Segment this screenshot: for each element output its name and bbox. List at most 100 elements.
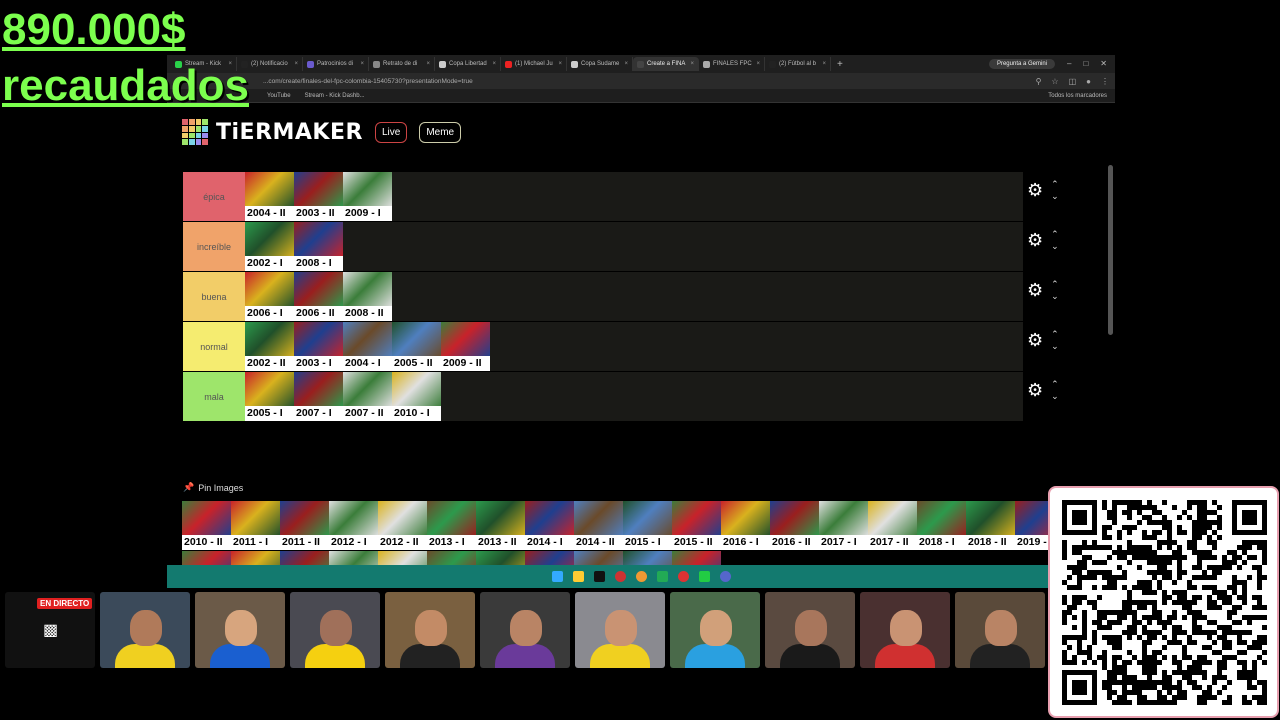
tier-item[interactable]: 2002 - II [245, 322, 294, 371]
pool-item[interactable]: 2018 - II [966, 501, 1015, 550]
tier-item[interactable]: 2003 - I [294, 322, 343, 371]
gemini-button[interactable]: Pregunta a Gemini [988, 59, 1055, 69]
pool-item[interactable]: 2017 - I [819, 501, 868, 550]
browser-tab[interactable]: Retrato de di × [369, 57, 435, 71]
browser-tab[interactable]: Create a FINA × [633, 57, 699, 71]
move-up-icon[interactable]: ⌃ [1051, 228, 1059, 240]
windows-start-icon[interactable] [551, 571, 563, 582]
move-up-icon[interactable]: ⌃ [1051, 328, 1059, 340]
tier-item[interactable]: 2010 - I [392, 372, 441, 421]
live-button[interactable]: Live [374, 121, 408, 143]
tier-item[interactable]: 2007 - I [294, 372, 343, 421]
extensions-icon[interactable]: ◫ [1069, 77, 1077, 86]
tier-item[interactable]: 2004 - I [343, 322, 392, 371]
pool-item[interactable]: 2014 - II [574, 501, 623, 550]
pool-item[interactable]: 2013 - II [476, 501, 525, 550]
gear-icon[interactable]: ⚙ [1027, 280, 1043, 301]
tier-label[interactable]: buena [183, 272, 245, 321]
tier-label[interactable]: increíble [183, 222, 245, 271]
move-up-icon[interactable]: ⌃ [1051, 378, 1059, 390]
tier-label[interactable]: mala [183, 372, 245, 421]
address-bar[interactable]: ...com/create/finales-del-fpc-colombia-1… [167, 73, 1115, 89]
pool-item[interactable]: 2013 - I [427, 501, 476, 550]
bookmark-youtube[interactable]: YouTube [267, 93, 291, 99]
new-tab-button[interactable]: + [831, 59, 849, 70]
tab-close-icon[interactable]: × [558, 61, 562, 67]
file-explorer-icon[interactable] [572, 571, 584, 582]
tier-item[interactable]: 2005 - I [245, 372, 294, 421]
bookmark-star-icon[interactable]: ☆ [1051, 77, 1058, 86]
tab-close-icon[interactable]: × [294, 61, 298, 67]
pool-item[interactable]: 2010 - II [182, 501, 231, 550]
pool-item[interactable]: 2014 - I [525, 501, 574, 550]
pool-item[interactable]: 2015 - II [672, 501, 721, 550]
webcam-tile[interactable] [575, 592, 665, 668]
pool-item[interactable]: 2011 - II [280, 501, 329, 550]
url-text[interactable]: ...com/create/finales-del-fpc-colombia-1… [263, 78, 473, 85]
tier-label[interactable]: épica [183, 172, 245, 221]
pool-item[interactable]: 2015 - I [623, 501, 672, 550]
tab-close-icon[interactable]: × [492, 61, 496, 67]
whatsapp-icon[interactable] [698, 571, 710, 582]
pool-item[interactable]: 2011 - I [231, 501, 280, 550]
tab-close-icon[interactable]: × [426, 61, 430, 67]
tier-item[interactable]: 2006 - II [294, 272, 343, 321]
webcam-tile[interactable] [100, 592, 190, 668]
gear-icon[interactable]: ⚙ [1027, 230, 1043, 251]
all-bookmarks[interactable]: Todos los marcadores [1048, 93, 1107, 99]
tier-item[interactable]: 2009 - II [441, 322, 490, 371]
browser-tab[interactable]: (1) Michael Ju × [501, 57, 567, 71]
move-down-icon[interactable]: ⌄ [1051, 340, 1059, 352]
meme-button[interactable]: Meme [419, 121, 462, 143]
tier-item[interactable]: 2006 - I [245, 272, 294, 321]
tier-item[interactable]: 2005 - II [392, 322, 441, 371]
move-up-icon[interactable]: ⌃ [1051, 278, 1059, 290]
pin-images[interactable]: 📌 Pin Images [183, 482, 243, 493]
stream-preview-tile[interactable]: EN DIRECTO ▩ [5, 592, 95, 668]
tier-item[interactable]: 2002 - I [245, 222, 294, 271]
gear-icon[interactable]: ⚙ [1027, 330, 1043, 351]
move-down-icon[interactable]: ⌄ [1051, 390, 1059, 402]
tab-close-icon[interactable]: × [756, 61, 760, 67]
tiermaker-logo-icon[interactable] [182, 119, 208, 145]
tier-item[interactable]: 2008 - I [294, 222, 343, 271]
menu-icon[interactable]: ⋮ [1101, 77, 1109, 86]
tab-close-icon[interactable]: × [624, 61, 628, 67]
tier-item[interactable]: 2008 - II [343, 272, 392, 321]
webcam-tile[interactable] [765, 592, 855, 668]
excel-icon[interactable] [656, 571, 668, 582]
pool-item[interactable]: 2018 - I [917, 501, 966, 550]
pool-item[interactable]: 2017 - II [868, 501, 917, 550]
browser-tab[interactable]: Copa Libertad × [435, 57, 501, 71]
tier-label[interactable]: normal [183, 322, 245, 371]
pool-item[interactable]: 2016 - II [770, 501, 819, 550]
webcam-tile[interactable] [195, 592, 285, 668]
pool-item[interactable]: 2012 - I [329, 501, 378, 550]
tier-item[interactable]: 2009 - I [343, 172, 392, 221]
webcam-tile[interactable] [290, 592, 380, 668]
pool-item[interactable]: 2012 - II [378, 501, 427, 550]
move-down-icon[interactable]: ⌄ [1051, 240, 1059, 252]
webcam-tile[interactable] [385, 592, 475, 668]
gear-icon[interactable]: ⚙ [1027, 380, 1043, 401]
tab-close-icon[interactable]: × [822, 61, 826, 67]
tiktok-icon[interactable] [593, 571, 605, 582]
maximize-icon[interactable]: □ [1083, 59, 1088, 68]
minimize-icon[interactable]: – [1067, 59, 1071, 68]
webcam-tile[interactable] [480, 592, 570, 668]
scrollbar[interactable] [1108, 165, 1113, 335]
pool-item[interactable]: 2016 - I [721, 501, 770, 550]
browser-tab[interactable]: Patrocinios di × [303, 57, 369, 71]
tier-item[interactable]: 2003 - II [294, 172, 343, 221]
bookmark-kick[interactable]: Stream - Kick Dashb... [305, 93, 365, 99]
tier-item[interactable]: 2004 - II [245, 172, 294, 221]
app-icon[interactable] [677, 571, 689, 582]
profile-icon[interactable]: ● [1086, 77, 1091, 86]
move-up-icon[interactable]: ⌃ [1051, 178, 1059, 190]
move-down-icon[interactable]: ⌄ [1051, 290, 1059, 302]
gear-icon[interactable]: ⚙ [1027, 180, 1043, 201]
close-window-icon[interactable]: ✕ [1100, 59, 1107, 68]
move-down-icon[interactable]: ⌄ [1051, 190, 1059, 202]
browser-tab[interactable]: Copa Sudame × [567, 57, 633, 71]
tiermaker-logo[interactable]: TiERMAKER [216, 120, 363, 145]
